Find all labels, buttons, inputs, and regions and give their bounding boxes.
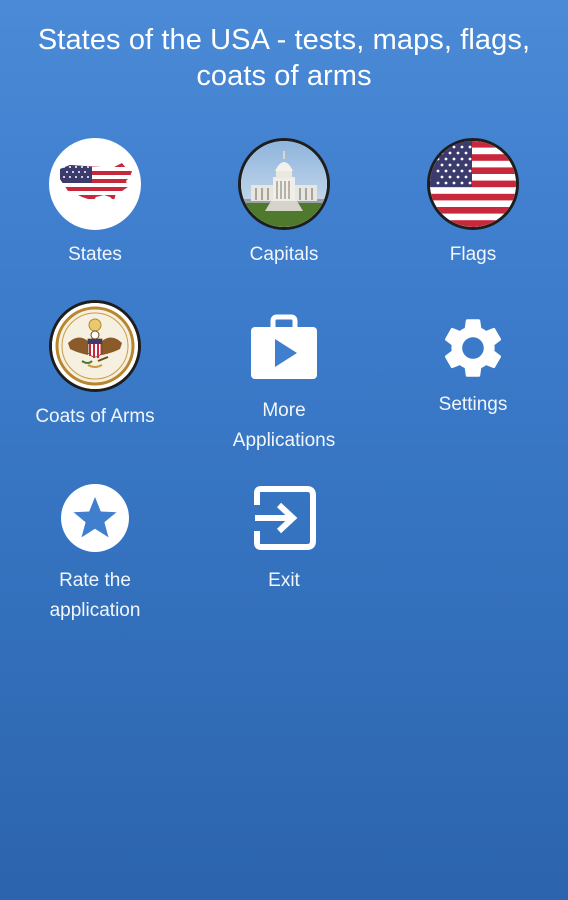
capitol-building-icon xyxy=(236,136,332,232)
rate-application-label-line2: application xyxy=(49,600,141,621)
rate-application-label: Rate the application xyxy=(0,566,190,626)
exit-button[interactable]: Exit xyxy=(189,476,379,596)
settings-label: Settings xyxy=(438,394,508,415)
us-flag-icon xyxy=(425,136,521,232)
more-applications-button[interactable]: More Applications xyxy=(189,300,379,456)
capitals-label: Capitals xyxy=(249,244,319,265)
flags-button[interactable]: Flags xyxy=(378,136,568,270)
play-store-icon xyxy=(236,300,332,396)
more-applications-label-line2: Applications xyxy=(232,430,336,451)
more-applications-label-line1: More xyxy=(262,400,306,421)
rate-application-button[interactable]: Rate the application xyxy=(0,476,190,626)
rate-application-label-line1: Rate the xyxy=(59,570,131,591)
more-applications-label: More Applications xyxy=(189,396,379,456)
app-title: States of the USA - tests, maps, flags, … xyxy=(0,22,568,94)
states-button[interactable]: States xyxy=(0,136,190,270)
app-title-line1: States of the USA - tests, maps, flags, xyxy=(37,24,531,56)
great-seal-icon xyxy=(47,298,143,394)
star-icon xyxy=(47,476,143,560)
gear-icon xyxy=(425,300,521,396)
exit-icon xyxy=(236,476,332,560)
exit-label: Exit xyxy=(268,570,300,591)
coats-of-arms-label: Coats of Arms xyxy=(35,406,155,427)
coats-of-arms-button[interactable]: Coats of Arms xyxy=(0,298,190,432)
flags-label: Flags xyxy=(449,244,497,265)
app-title-line2: coats of arms xyxy=(196,60,372,92)
capitals-button[interactable]: Capitals xyxy=(189,136,379,270)
settings-button[interactable]: Settings xyxy=(378,300,568,420)
states-label: States xyxy=(68,244,122,265)
us-map-flag-icon xyxy=(47,136,143,232)
